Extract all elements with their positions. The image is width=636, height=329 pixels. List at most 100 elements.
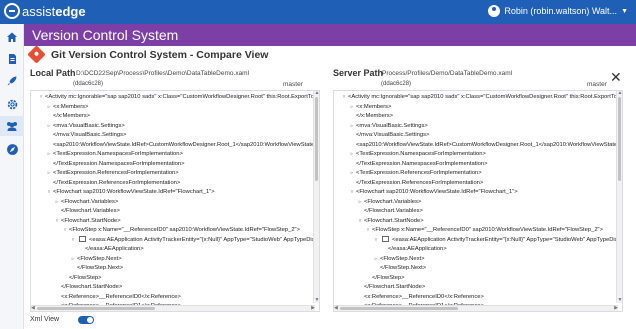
xml-line-text: </Flowchart.StartNode>: [61, 284, 123, 290]
expand-toggle-icon[interactable]: ▿: [364, 226, 372, 236]
xml-line-text: </easa:AEApplication>: [85, 246, 144, 252]
scroll-down-icon[interactable]: ▼: [617, 298, 622, 303]
xml-line-text: <TextExpression.NamespacesForImplementat…: [356, 151, 486, 157]
module-header: Version Control System: [24, 24, 636, 46]
scroll-down-icon[interactable]: ▼: [314, 298, 319, 303]
xml-line-text: <sap2010:WorkflowViewState.IdRef>CustomW…: [53, 141, 320, 148]
expand-toggle-icon[interactable]: ▿: [340, 93, 348, 103]
brand-logo[interactable]: assist edge: [4, 3, 86, 19]
xml-line-text: </FlowStep.Next>: [77, 265, 124, 271]
xml-line: ▹ <FlowStep.Next>: [31, 255, 319, 265]
expand-toggle-icon[interactable]: ▿: [372, 236, 380, 246]
horizontal-scrollbar[interactable]: ◀ ▶: [31, 305, 315, 311]
expand-toggle-icon[interactable]: ▿: [61, 226, 69, 236]
local-path-label: Local Path: [30, 68, 76, 78]
vertical-scrollbar[interactable]: ▲ ▼: [313, 91, 319, 303]
expand-toggle-icon[interactable]: ▹: [348, 150, 356, 160]
expand-toggle-icon[interactable]: ▹: [348, 103, 356, 113]
expand-toggle-icon[interactable]: ▹: [53, 198, 61, 208]
scroll-thumb[interactable]: [315, 97, 318, 181]
xml-line-text: <FlowStep.Next>: [380, 255, 425, 262]
document-icon[interactable]: [4, 51, 20, 67]
chevron-down-icon: ▼: [621, 7, 628, 15]
user-avatar-icon: [488, 5, 501, 17]
xml-line-text: <Flowchart.Variables>: [61, 198, 119, 205]
xml-view-toggle[interactable]: [78, 316, 94, 324]
scroll-left-icon[interactable]: ◀: [31, 306, 35, 311]
local-xml-pane[interactable]: ▿ <Activity mc:Ignorable="sap sap2010 sad…: [30, 90, 320, 312]
home-icon[interactable]: [4, 29, 20, 45]
scroll-right-icon[interactable]: ▶: [614, 306, 618, 311]
xml-line: </FlowStep.Next>: [31, 264, 319, 274]
rocket-icon[interactable]: [4, 73, 20, 89]
edit-icon[interactable]: [79, 235, 86, 242]
xml-line: <x:Reference>__ReferenceID0</x:Reference…: [334, 293, 622, 303]
xml-line-text: <Flowchart sap2010:WorkflowViewState.IdR…: [356, 189, 518, 195]
scroll-thumb[interactable]: [340, 307, 458, 310]
xml-line: ▿ <Flowchart.StartNode>: [31, 217, 319, 227]
expand-toggle-icon[interactable]: ▿: [356, 217, 364, 227]
settings-icon[interactable]: [4, 96, 20, 112]
expand-toggle-icon[interactable]: ▹: [356, 198, 364, 208]
user-name: Robin (robin.waltson) Walt...: [504, 6, 618, 16]
expand-toggle-icon[interactable]: ▹: [372, 255, 380, 265]
expand-toggle-icon[interactable]: ▹: [45, 103, 53, 113]
xml-line-text: </FlowStep>: [69, 274, 102, 281]
git-icon: [27, 45, 46, 64]
xml-line: </FlowStep>: [334, 274, 622, 284]
local-branch: master: [283, 81, 303, 88]
horizontal-scrollbar[interactable]: ◀ ▶: [334, 305, 618, 311]
expand-toggle-icon[interactable]: ▹: [348, 122, 356, 132]
local-xml-lines: ▿ <Activity mc:Ignorable="sap sap2010 sad…: [31, 93, 320, 311]
users-icon[interactable]: [0, 116, 24, 136]
xml-line-text: </FlowStep>: [372, 274, 405, 281]
scroll-up-icon[interactable]: ▲: [617, 91, 622, 96]
scroll-thumb[interactable]: [618, 97, 621, 181]
brand-edge-text: edge: [55, 3, 86, 19]
xml-line-text: <Activity mc:Ignorable="sap sap2010 sads…: [45, 94, 319, 100]
xml-line: </TextExpression.ReferencesForImplementa…: [334, 179, 622, 189]
xml-line-text: </mva:VisualBasic.Settings>: [356, 132, 430, 138]
expand-toggle-icon[interactable]: ▹: [348, 169, 356, 179]
edit-icon[interactable]: [382, 235, 389, 242]
xml-line: ▿ <FlowStep x:Name="__ReferenceID0" sap20…: [334, 226, 622, 236]
server-xml-pane[interactable]: ▿ <Activity mc:Ignorable="sap sap2010 sad…: [333, 90, 623, 312]
expand-toggle-icon[interactable]: ▿: [348, 188, 356, 198]
expand-toggle-icon[interactable]: ▹: [45, 169, 53, 179]
expand-toggle-icon[interactable]: ▿: [53, 217, 61, 227]
xml-line-text: <x:Reference>__ReferenceID0</x:Reference…: [61, 293, 181, 300]
xml-line: </easa:AEApplication>: [334, 245, 622, 255]
xml-line: </TextExpression.NamespacesForImplementa…: [334, 160, 622, 170]
compass-icon[interactable]: [4, 141, 20, 157]
xml-line-text: </TextExpression.NamespacesForImplementa…: [356, 160, 488, 167]
xml-line: ▹ <TextExpression.NamespacesForImplementa…: [334, 150, 622, 160]
expand-toggle-icon[interactable]: ▿: [37, 93, 45, 103]
scroll-right-icon[interactable]: ▶: [311, 306, 315, 311]
vertical-scrollbar[interactable]: ▲ ▼: [616, 91, 622, 303]
xml-line-text: </TextExpression.ReferencesForImplementa…: [356, 179, 484, 186]
expand-toggle-icon[interactable]: ▹: [45, 150, 53, 160]
xml-line: <sap2010:WorkflowViewState.IdRef>CustomW…: [31, 141, 320, 151]
expand-toggle-icon[interactable]: ▹: [45, 122, 53, 132]
server-xml-lines: ▿ <Activity mc:Ignorable="sap sap2010 sad…: [334, 93, 623, 311]
xml-line: </x:Members>: [334, 112, 622, 122]
expand-toggle-icon[interactable]: ▹: [69, 255, 77, 265]
brand-assist-text: assist: [22, 3, 56, 19]
scroll-left-icon[interactable]: ◀: [334, 306, 338, 311]
xml-line-text: </easa:AEApplication>: [388, 246, 447, 252]
xml-line-text: <FlowStep x:Name="__ReferenceID0" sap201…: [69, 227, 300, 233]
expand-toggle-icon[interactable]: ▿: [69, 236, 77, 246]
xml-line: ▹ <TextExpression.ReferencesForImplementa…: [31, 169, 319, 179]
scroll-thumb[interactable]: [37, 307, 155, 310]
xml-line: </mva:VisualBasic.Settings>: [31, 131, 319, 141]
expand-toggle-icon[interactable]: ▿: [45, 188, 53, 198]
xml-line-text: </x:Members>: [356, 113, 394, 119]
user-menu[interactable]: Robin (robin.waltson) Walt... ▼: [488, 5, 628, 17]
scroll-up-icon[interactable]: ▲: [314, 91, 319, 96]
xml-line-text: <TextExpression.NamespacesForImplementat…: [53, 151, 183, 157]
close-button[interactable]: ✕: [610, 70, 622, 84]
xml-line-text: <easa:AEApplication ActivityTrackerEntit…: [392, 236, 623, 243]
server-revision: (ddac6c28): [381, 81, 412, 87]
xml-line: ▿ <Activity mc:Ignorable="sap sap2010 sad…: [334, 93, 622, 103]
xml-line-text: </TextExpression.NamespacesForImplementa…: [53, 160, 185, 167]
